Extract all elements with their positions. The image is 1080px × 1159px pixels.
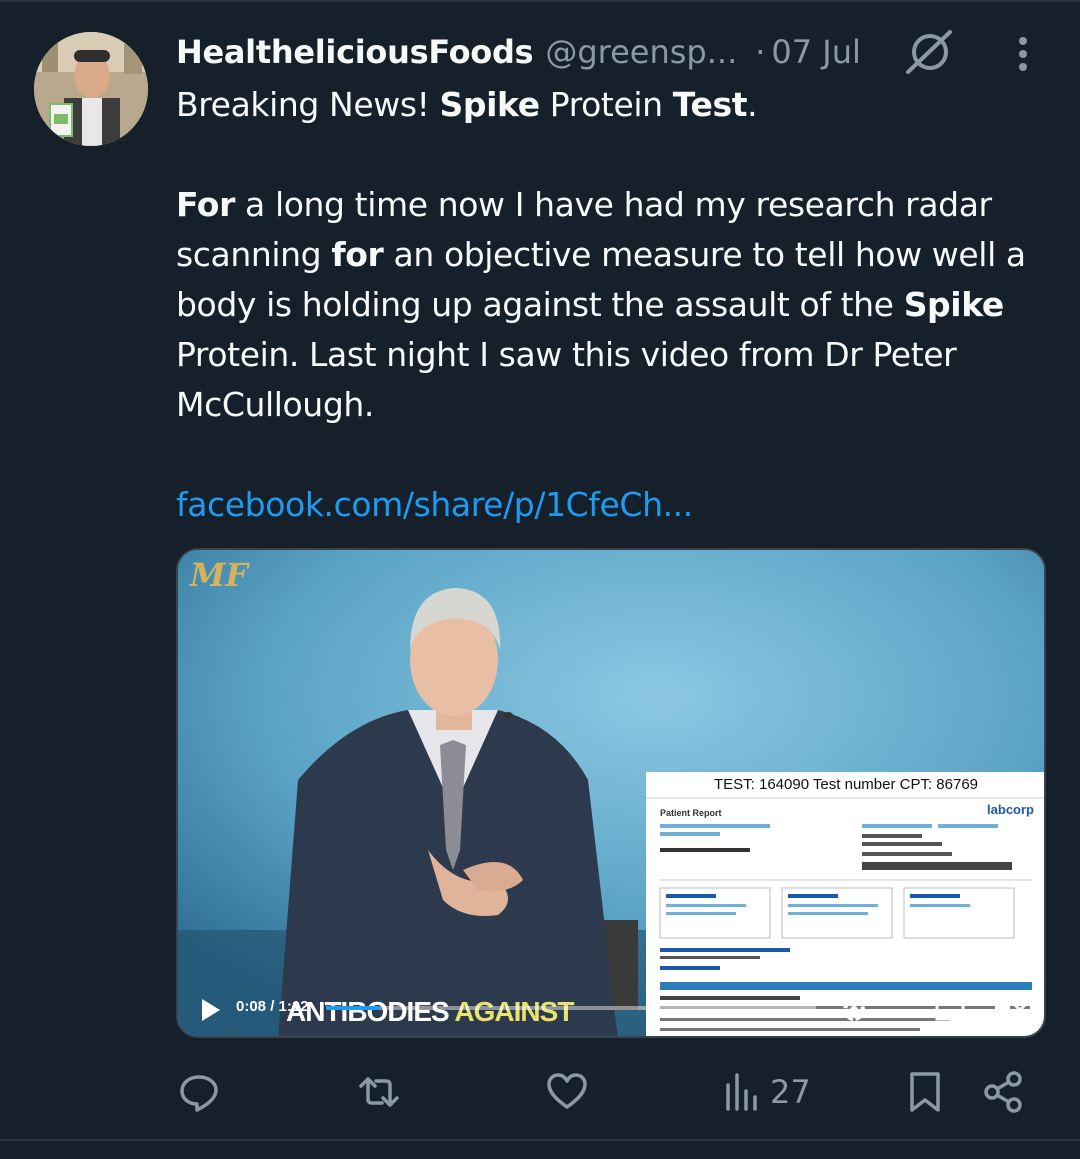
views-button[interactable]: 27 — [720, 1064, 811, 1120]
tweet-header: HealtheliciousFoods @greensp... · 07 Jul — [176, 28, 861, 76]
heart-icon — [547, 1073, 587, 1109]
like-button[interactable] — [544, 1064, 590, 1120]
tweet-paragraph: For a long time now I have had my resear… — [176, 185, 1026, 424]
report-brand: labcorp — [987, 802, 1034, 817]
views-count: 27 — [770, 1073, 811, 1111]
bookmark-button[interactable] — [902, 1064, 948, 1120]
report-label: Patient Report — [660, 808, 722, 818]
picture-in-picture-icon[interactable] — [934, 994, 968, 1026]
external-link[interactable]: facebook.com/share/p/1CfeCh... — [176, 485, 693, 524]
reply-icon — [180, 1075, 218, 1112]
video-controls: 0:08 / 1:12 — [178, 986, 1044, 1036]
play-icon[interactable] — [198, 996, 224, 1024]
tweet-text: Breaking News! Spike Protein Test. For a… — [176, 80, 1046, 530]
avatar-image — [34, 32, 148, 146]
avatar[interactable] — [34, 32, 148, 146]
video-progress[interactable] — [326, 1006, 816, 1010]
channel-logo: MF — [190, 556, 249, 594]
reply-button[interactable] — [176, 1064, 222, 1120]
bookmark-icon — [910, 1072, 940, 1112]
grok-icon[interactable] — [902, 28, 956, 76]
retweet-icon — [359, 1077, 399, 1107]
report-title: TEST: 164090 Test number CPT: 86769 — [713, 776, 979, 793]
video-progress-fill — [326, 1006, 380, 1010]
top-divider — [0, 0, 1080, 2]
video-player[interactable]: MF TEST: 164090 Test number CPT: 86769 P… — [176, 548, 1046, 1038]
more-icon[interactable] — [1008, 34, 1038, 74]
bottom-divider — [0, 1139, 1080, 1141]
views-icon — [726, 1073, 757, 1111]
share-button[interactable] — [980, 1064, 1026, 1120]
tweet-date[interactable]: 07 Jul — [771, 33, 861, 71]
tweet-actions: 27 — [0, 1064, 1080, 1120]
tweet-headline: Breaking News! Spike Protein Test. — [176, 85, 758, 124]
mute-icon[interactable] — [992, 994, 1028, 1026]
settings-icon[interactable] — [838, 994, 870, 1026]
retweet-button[interactable] — [356, 1064, 402, 1120]
display-name[interactable]: HealtheliciousFoods — [176, 33, 534, 71]
share-icon — [984, 1071, 1022, 1113]
user-handle[interactable]: @greensp... — [545, 33, 737, 71]
separator-dot: · — [755, 33, 766, 71]
video-time: 0:08 / 1:12 — [236, 998, 309, 1015]
